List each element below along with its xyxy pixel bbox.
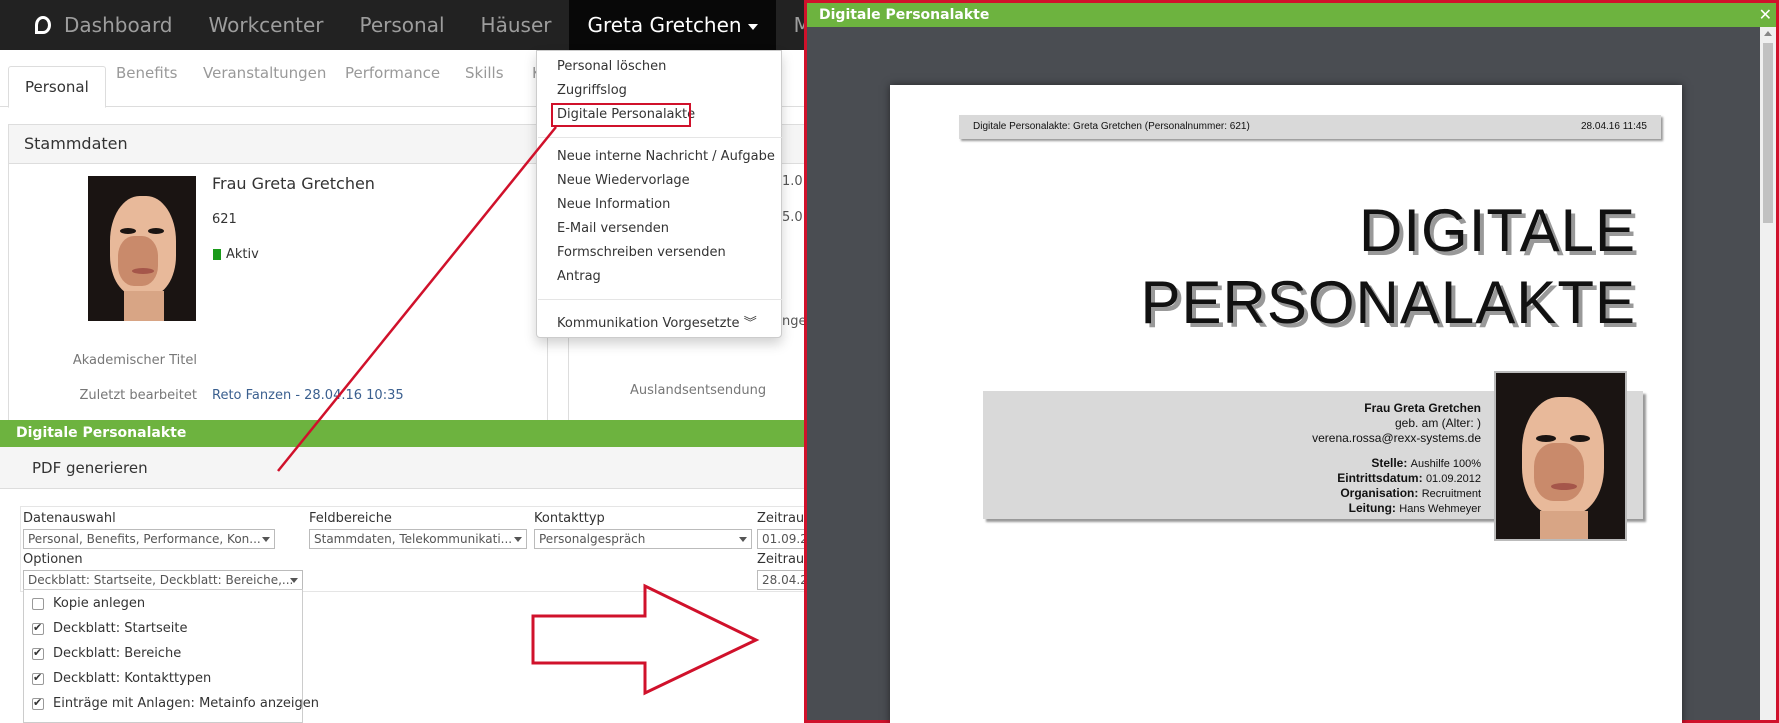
pdf-panel-title: Digitale Personalakte xyxy=(0,420,810,447)
person-number: 621 xyxy=(212,212,237,227)
caret-down-icon xyxy=(739,537,747,542)
pdf-page-header: Digitale Personalakte: Greta Gretchen (P… xyxy=(959,115,1661,139)
option-label: Deckblatt: Startseite xyxy=(53,621,188,636)
scrollbar[interactable] xyxy=(1760,27,1776,720)
pdf-page: Digitale Personalakte: Greta Gretchen (P… xyxy=(890,85,1682,723)
optionen-select[interactable]: Deckblatt: Startseite, Deckblatt: Bereic… xyxy=(23,570,303,590)
pdf-cover-title: DIGITALE PERSONALAKTE xyxy=(1141,195,1637,339)
menu-zugriffslog[interactable]: Zugriffslog xyxy=(557,83,627,98)
checkbox-checked[interactable] xyxy=(32,621,44,635)
feldbereiche-label: Feldbereiche xyxy=(309,511,392,526)
menu-kommunikation-label: Kommunikation Vorgesetzte xyxy=(557,316,740,331)
caret-down-icon xyxy=(747,23,758,30)
kontakttyp-select[interactable]: Personalgespräch xyxy=(534,529,752,549)
checkbox-checked[interactable] xyxy=(32,646,44,660)
menu-formschreiben[interactable]: Formschreiben versenden xyxy=(557,245,726,260)
nav-user-dropdown[interactable]: Greta Gretchen xyxy=(569,0,776,50)
pdf-profile-photo xyxy=(1494,371,1627,541)
tab-performance[interactable]: Performance xyxy=(345,64,440,82)
menu-neue-wiedervorlage[interactable]: Neue Wiedervorlage xyxy=(557,173,690,188)
nav-workcenter[interactable]: Workcenter xyxy=(191,0,342,50)
feldbereiche-select[interactable]: Stammdaten, Telekommunikati... xyxy=(309,529,527,549)
scroll-thumb[interactable] xyxy=(1763,43,1773,223)
menu-divider xyxy=(538,299,782,300)
auslandsentsendung-label: Auslandsentsendung xyxy=(630,383,767,398)
tab-personal[interactable]: Personal xyxy=(8,66,106,108)
pdf-info-name: Frau Greta Gretchen xyxy=(1364,401,1481,415)
checkbox-checked[interactable] xyxy=(32,696,44,710)
scroll-up-arrow-icon[interactable] xyxy=(1764,31,1772,36)
menu-personal-loeschen[interactable]: Personal löschen xyxy=(557,59,666,74)
stammdaten-header: Stammdaten xyxy=(8,124,548,164)
option-label: Kopie anlegen xyxy=(53,596,146,611)
pdf-info-organisation: Organisation: Recruitment xyxy=(1340,486,1481,500)
tab-benefits[interactable]: Benefits xyxy=(116,64,177,82)
pdf-generieren-header[interactable]: PDF generieren xyxy=(0,447,810,489)
checkbox-checked[interactable] xyxy=(32,671,44,685)
nav-personal[interactable]: Personal xyxy=(342,0,463,50)
user-actions-dropdown: Personal löschen Zugriffslog Digitale Pe… xyxy=(536,50,782,338)
nav-dashboard[interactable]: Dashboard xyxy=(46,0,191,50)
tab-skills[interactable]: Skills xyxy=(465,64,504,82)
pdf-header-left: Digitale Personalakte: Greta Gretchen (P… xyxy=(973,121,1250,132)
pdf-info-leitung: Leitung: Hans Wehmeyer xyxy=(1348,501,1481,515)
nav-haeuser[interactable]: Häuser xyxy=(463,0,570,50)
pdf-info-birth: geb. am (Alter: ) xyxy=(1394,416,1481,430)
tab-veranstaltungen[interactable]: Veranstaltungen xyxy=(203,64,326,82)
akad-titel-label: Akademischer Titel xyxy=(72,353,197,368)
pdf-info-email: verena.rossa@rexx-systems.de xyxy=(1312,431,1481,445)
pdf-title-line-2: PERSONALAKTE xyxy=(1140,269,1636,336)
optionen-dropdown-list: Kopie anlegen Deckblatt: Startseite Deck… xyxy=(23,589,319,723)
close-icon[interactable]: ✕ xyxy=(1759,3,1772,27)
option-deckblatt-kontakttypen[interactable]: Deckblatt: Kontakttypen xyxy=(32,671,211,686)
status-dot-icon xyxy=(213,249,221,260)
menu-neue-information[interactable]: Neue Information xyxy=(557,197,670,212)
zuletzt-bearbeitet-label: Zuletzt bearbeitet xyxy=(79,388,197,403)
kontakttyp-value: Personalgespräch xyxy=(539,532,646,546)
top-navbar: Dashboard Workcenter Personal Häuser Gre… xyxy=(0,0,897,50)
caret-down-icon xyxy=(262,537,270,542)
option-label: Einträge mit Anlagen: Metainfo anzeigen xyxy=(53,696,319,711)
option-label: Deckblatt: Bereiche xyxy=(53,646,182,661)
optionen-value: Deckblatt: Startseite, Deckblatt: Bereic… xyxy=(28,573,294,587)
modal-title: Digitale Personalakte xyxy=(807,3,1776,27)
highlight-box xyxy=(551,103,691,127)
caret-down-icon xyxy=(290,578,298,583)
option-deckblatt-bereiche[interactable]: Deckblatt: Bereiche xyxy=(32,646,181,661)
datenauswahl-label: Datenauswahl xyxy=(23,511,116,526)
right-clipped-value-1: 1.0 xyxy=(782,174,803,189)
feldbereiche-value: Stammdaten, Telekommunikati... xyxy=(314,532,513,546)
checkbox-unchecked[interactable] xyxy=(32,597,44,610)
kontakttyp-label: Kontakttyp xyxy=(534,511,605,526)
datenauswahl-value: Personal, Benefits, Performance, Kon... xyxy=(28,532,261,546)
menu-kommunikation-vorgesetzte[interactable]: Kommunikation Vorgesetzte ︾ xyxy=(557,312,757,331)
status-label: Aktiv xyxy=(226,247,259,262)
double-chevron-down-icon: ︾ xyxy=(743,316,757,331)
option-kopie-anlegen[interactable]: Kopie anlegen xyxy=(32,596,145,611)
menu-neue-nachricht[interactable]: Neue interne Nachricht / Aufgabe xyxy=(557,149,775,164)
option-label: Deckblatt: Kontakttypen xyxy=(53,671,212,686)
pdf-info-stelle: Stelle: Aushilfe 100% xyxy=(1371,456,1481,470)
status-badge: Aktiv xyxy=(213,247,259,262)
pdf-header-date: 28.04.16 11:45 xyxy=(1581,121,1647,132)
datenauswahl-select[interactable]: Personal, Benefits, Performance, Kon... xyxy=(23,529,275,549)
profile-photo xyxy=(88,176,196,321)
pdf-preview-modal: Digitale Personalakte ✕ Digitale Persona… xyxy=(804,0,1779,723)
right-clipped-value-3: nge xyxy=(782,314,807,329)
right-clipped-value-2: 5.0 xyxy=(782,210,803,225)
nav-user-label: Greta Gretchen xyxy=(587,13,742,37)
caret-down-icon xyxy=(514,537,522,542)
menu-antrag[interactable]: Antrag xyxy=(557,269,601,284)
menu-email-versenden[interactable]: E-Mail versenden xyxy=(557,221,669,236)
menu-divider xyxy=(538,137,782,138)
pdf-info-eintritt: Eintrittsdatum: 01.09.2012 xyxy=(1337,471,1481,485)
annotation-arrow-icon xyxy=(531,583,760,696)
pdf-title-line-1: DIGITALE xyxy=(1359,197,1636,264)
zuletzt-bearbeitet-value[interactable]: Reto Fanzen - 28.04.16 10:35 xyxy=(212,388,404,403)
optionen-label: Optionen xyxy=(23,552,83,567)
person-name: Frau Greta Gretchen xyxy=(212,174,375,193)
option-eintraege-metainfo[interactable]: Einträge mit Anlagen: Metainfo anzeigen xyxy=(32,696,319,711)
option-deckblatt-startseite[interactable]: Deckblatt: Startseite xyxy=(32,621,187,636)
